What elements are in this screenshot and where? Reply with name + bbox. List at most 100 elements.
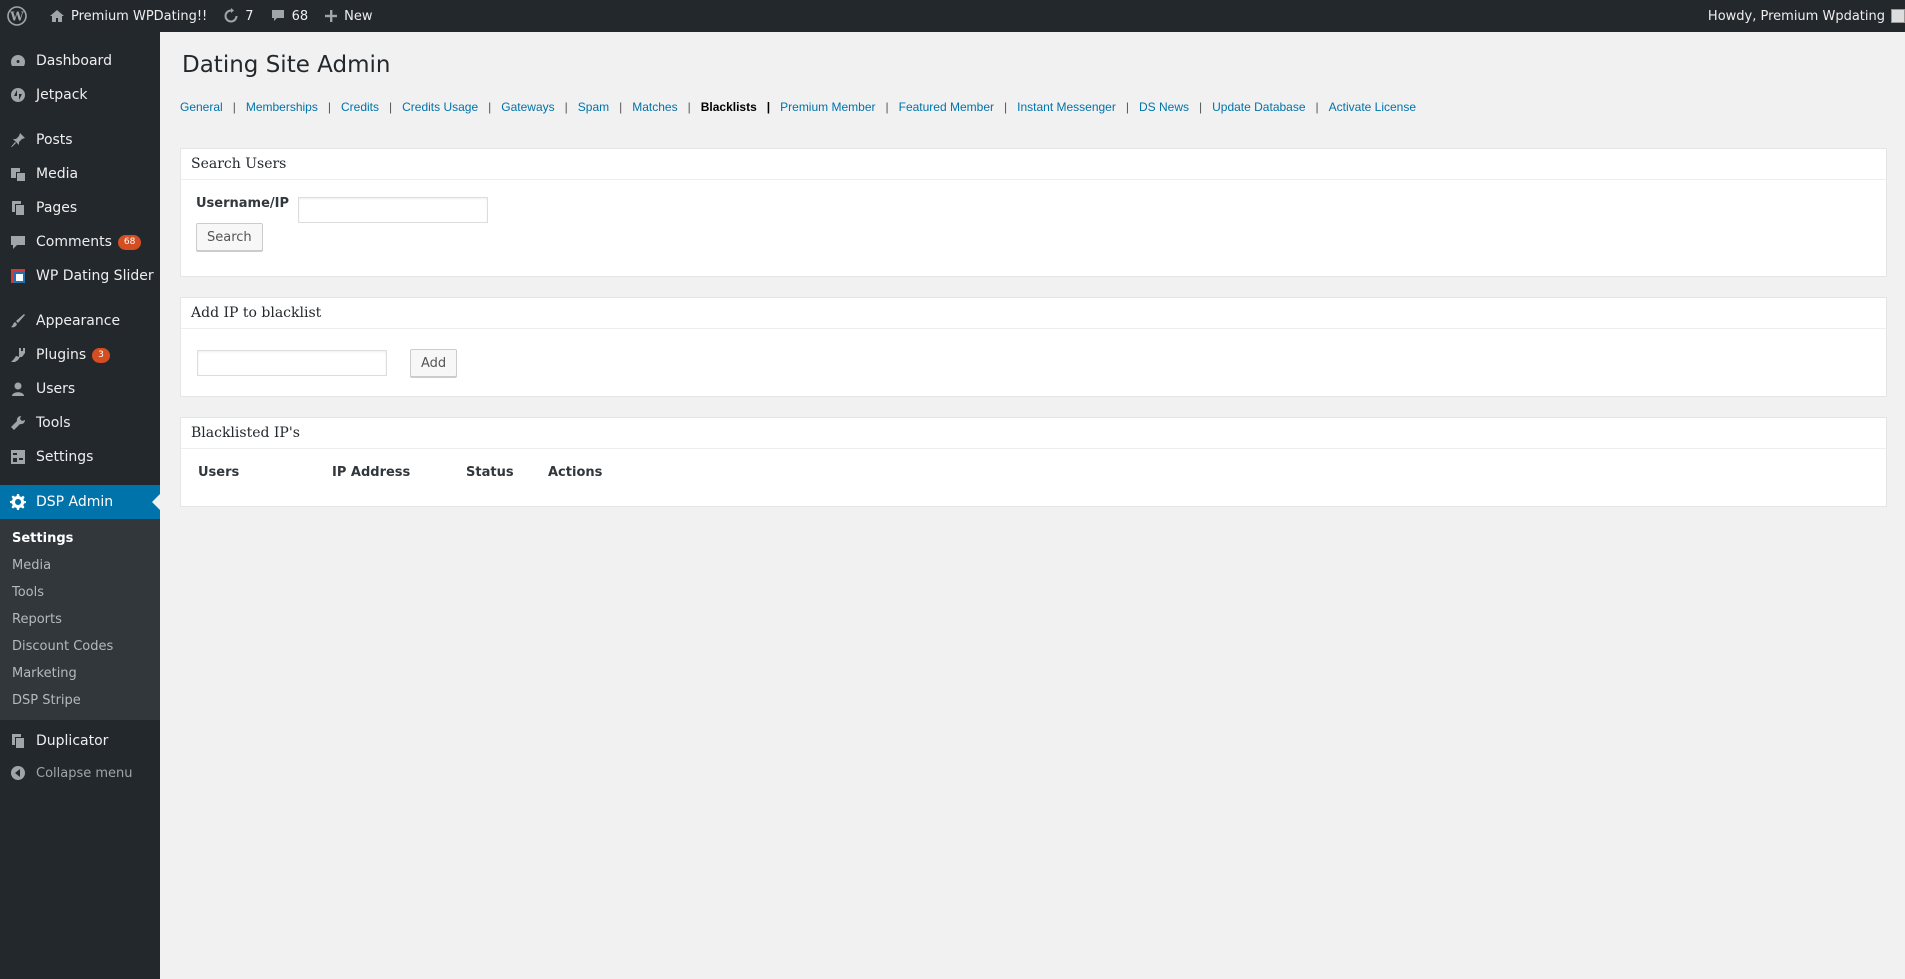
nav-memberships[interactable]: Memberships [246, 100, 318, 114]
submenu-tools[interactable]: Tools [0, 579, 160, 606]
site-name: Premium WPDating!! [71, 8, 208, 24]
add-ip-box: Add IP to blacklist Add [180, 297, 1887, 397]
search-users-box: Search Users Username/IP Search [180, 148, 1887, 277]
comments-link[interactable]: 68 [262, 0, 317, 32]
menu-jetpack[interactable]: Jetpack [0, 78, 160, 112]
collapse-arrow-icon [10, 765, 26, 781]
avatar [1891, 9, 1905, 23]
collapse-label: Collapse menu [36, 765, 133, 781]
updates-count: 7 [245, 8, 254, 24]
column-status: Status [466, 465, 514, 480]
slider-icon [10, 268, 26, 284]
nav-gateways[interactable]: Gateways [501, 100, 554, 114]
username-ip-label: Username/IP [196, 196, 290, 211]
settings-nav: General | Memberships | Credits | Credits U… [180, 100, 1417, 114]
howdy-text: Howdy, Premium Wpdating [1707, 8, 1885, 24]
menu-label: Appearance [36, 313, 121, 329]
site-name-link[interactable]: Premium WPDating!! [35, 0, 215, 32]
column-ip-address: IP Address [332, 465, 411, 480]
media-icon [10, 166, 26, 182]
menu-label: Users [36, 381, 76, 397]
menu-label: WP Dating Slider [36, 268, 154, 284]
nav-credits-usage[interactable]: Credits Usage [402, 100, 478, 114]
menu-label: Comments [36, 234, 112, 250]
nav-credits[interactable]: Credits [341, 100, 379, 114]
admin-menu: Dashboard Jetpack Posts Media Pages Comm… [0, 32, 160, 979]
menu-label: Tools [36, 415, 71, 431]
wp-logo-button[interactable]: W [0, 0, 35, 32]
add-button[interactable]: Add [410, 349, 458, 377]
menu-label: Pages [36, 200, 78, 216]
home-icon [49, 8, 65, 24]
menu-plugins[interactable]: Plugins 3 [0, 338, 160, 372]
jetpack-icon [10, 87, 26, 103]
nav-featured-member[interactable]: Featured Member [899, 100, 994, 114]
comments-count: 68 [291, 8, 309, 24]
wrench-icon [10, 415, 26, 431]
collapse-menu-button[interactable]: Collapse menu [0, 758, 160, 788]
submenu-media[interactable]: Media [0, 552, 160, 579]
blacklisted-ips-title: Blacklisted IP's [181, 418, 1886, 449]
nav-activate-license[interactable]: Activate License [1329, 100, 1416, 114]
nav-matches[interactable]: Matches [632, 100, 677, 114]
menu-duplicator[interactable]: Duplicator [0, 724, 160, 758]
svg-text:W: W [9, 10, 24, 24]
menu-label: Media [36, 166, 79, 182]
menu-users[interactable]: Users [0, 372, 160, 406]
wordpress-logo-icon: W [7, 6, 27, 26]
plugins-badge: 3 [92, 347, 110, 363]
username-ip-input[interactable] [298, 197, 489, 223]
menu-dashboard[interactable]: Dashboard [0, 44, 160, 78]
add-ip-title: Add IP to blacklist [181, 298, 1886, 329]
menu-dsp-admin[interactable]: DSP Admin [0, 485, 160, 519]
nav-update-database[interactable]: Update Database [1212, 100, 1305, 114]
dashboard-icon [10, 53, 26, 69]
settings-icon [10, 449, 26, 465]
menu-label: Jetpack [36, 87, 88, 103]
nav-blacklists[interactable]: Blacklists [701, 100, 757, 114]
submenu-marketing[interactable]: Marketing [0, 660, 160, 687]
gear-icon [10, 494, 26, 510]
submenu-discount-codes[interactable]: Discount Codes [0, 633, 160, 660]
admin-bar: W Premium WPDating!! 7 68 New Howdy, Pre… [0, 0, 1905, 32]
menu-posts[interactable]: Posts [0, 123, 160, 157]
menu-media[interactable]: Media [0, 157, 160, 191]
menu-tools[interactable]: Tools [0, 406, 160, 440]
nav-ds-news[interactable]: DS News [1139, 100, 1189, 114]
blacklisted-ips-box: Blacklisted IP's Users IP Address Status… [180, 417, 1887, 507]
menu-comments[interactable]: Comments 68 [0, 225, 160, 259]
search-button[interactable]: Search [196, 223, 263, 251]
menu-label: Duplicator [36, 733, 109, 749]
menu-appearance[interactable]: Appearance [0, 304, 160, 338]
column-users: Users [198, 465, 240, 480]
nav-general[interactable]: General [180, 100, 223, 114]
comment-icon [10, 234, 26, 250]
pages-icon [10, 200, 26, 216]
menu-label: Dashboard [36, 53, 112, 69]
duplicator-icon [10, 733, 26, 749]
ip-input[interactable] [197, 350, 387, 376]
new-content-link[interactable]: New [316, 0, 380, 32]
my-account-link[interactable]: Howdy, Premium Wpdating [1700, 0, 1905, 32]
submenu-settings[interactable]: Settings [0, 525, 160, 552]
menu-label: Posts [36, 132, 73, 148]
menu-label: Settings [36, 449, 94, 465]
menu-pages[interactable]: Pages [0, 191, 160, 225]
updates-link[interactable]: 7 [215, 0, 261, 32]
refresh-icon [223, 8, 239, 24]
brush-icon [10, 313, 26, 329]
new-label: New [344, 8, 373, 24]
dsp-admin-submenu: Settings Media Tools Reports Discount Co… [0, 519, 160, 720]
submenu-dsp-stripe[interactable]: DSP Stripe [0, 687, 160, 714]
menu-settings[interactable]: Settings [0, 440, 160, 474]
nav-instant-messenger[interactable]: Instant Messenger [1017, 100, 1116, 114]
plus-icon [324, 9, 338, 23]
table-header-row: Users IP Address Status Actions [181, 449, 1886, 480]
nav-spam[interactable]: Spam [578, 100, 609, 114]
comments-badge: 68 [117, 234, 142, 250]
submenu-reports[interactable]: Reports [0, 606, 160, 633]
menu-wp-dating-slider[interactable]: WP Dating Slider [0, 259, 160, 293]
menu-label: Plugins [36, 347, 87, 363]
user-icon [10, 381, 26, 397]
nav-premium-member[interactable]: Premium Member [780, 100, 875, 114]
